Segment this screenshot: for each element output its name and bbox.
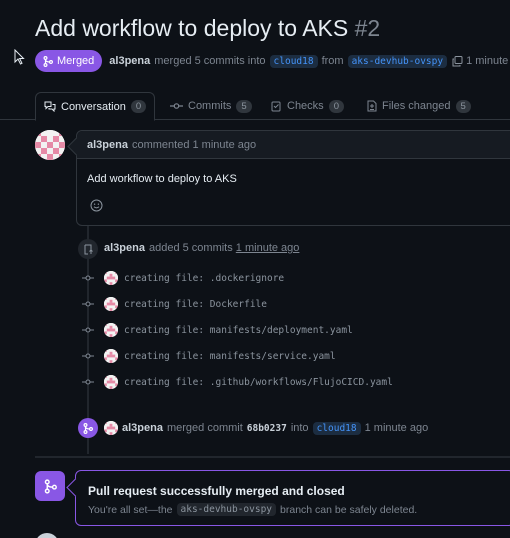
merge-event-into: into: [290, 422, 309, 434]
avatar: [104, 323, 118, 337]
merge-event-time: 1 minute ago: [364, 422, 429, 434]
git-commit-icon: [82, 300, 94, 308]
avatar: [104, 297, 118, 311]
tab-checks-label: Checks: [287, 100, 324, 112]
merge-time: 1 minute ago: [466, 55, 510, 67]
base-branch-chip[interactable]: cloud18: [269, 54, 318, 68]
commits-event-time[interactable]: 1 minute ago: [236, 242, 300, 254]
commit-message[interactable]: creating file: manifests/service.yaml: [124, 351, 336, 362]
tab-commits-label: Commits: [188, 100, 232, 112]
tab-commits[interactable]: Commits 5: [162, 92, 260, 120]
merge-status-subtitle: You're all set—the aks-devhub-ovspy bran…: [88, 503, 417, 516]
pr-tabs: Conversation 0 Commits 5 Checks 0 Files …: [0, 92, 510, 121]
page-title: Add workflow to deploy to AKS #2: [35, 15, 380, 42]
list-item[interactable]: creating file: manifests/deployment.yaml: [82, 322, 353, 338]
mouse-cursor-icon: [14, 49, 25, 65]
avatar[interactable]: [35, 533, 59, 538]
list-item[interactable]: creating file: .dockerignore: [82, 270, 284, 286]
commit-message[interactable]: creating file: manifests/deployment.yaml: [124, 325, 353, 336]
head-branch-chip[interactable]: aks-devhub-ovspy: [347, 54, 448, 68]
git-commit-icon: [82, 352, 94, 360]
tab-files-changed-label: Files changed: [382, 100, 451, 112]
comment-box: al3pena commented 1 minute ago Add workf…: [76, 130, 510, 226]
merge-box-branch-chip[interactable]: aks-devhub-ovspy: [176, 503, 277, 516]
commit-message[interactable]: creating file: .dockerignore: [124, 273, 284, 284]
list-item[interactable]: creating file: .github/workflows/FlujoCI…: [82, 374, 393, 390]
avatar: [104, 349, 118, 363]
merge-status-title: Pull request successfully merged and clo…: [88, 484, 345, 498]
tab-files-changed[interactable]: Files changed 5: [359, 92, 479, 120]
commits-event-author[interactable]: al3pena: [104, 242, 145, 254]
git-merge-icon: [83, 422, 93, 434]
commit-sha-link[interactable]: 68b0237: [247, 423, 287, 434]
git-commit-icon: [82, 274, 94, 282]
merge-status-box: Pull request successfully merged and clo…: [75, 470, 510, 526]
git-commit-icon: [82, 378, 94, 386]
tab-conversation-count: 0: [130, 100, 147, 113]
commit-message[interactable]: creating file: Dockerfile: [124, 299, 267, 310]
smiley-icon: [90, 199, 102, 211]
git-merge-icon: [44, 478, 57, 494]
add-reaction-button[interactable]: [87, 196, 105, 214]
avatar: [104, 375, 118, 389]
git-commit-icon: [170, 103, 183, 109]
status-badge-label: Merged: [57, 55, 95, 67]
author-link[interactable]: al3pena: [109, 55, 150, 67]
comment-header: al3pena commented 1 minute ago: [77, 131, 510, 159]
avatar[interactable]: [104, 421, 118, 435]
tab-files-changed-count: 5: [455, 99, 471, 113]
status-badge: Merged: [35, 50, 103, 72]
list-item[interactable]: creating file: Dockerfile: [82, 296, 267, 312]
checklist-icon: [271, 101, 281, 111]
pr-number: #2: [354, 15, 381, 41]
tab-checks-count: 0: [328, 99, 344, 113]
git-merge-icon-wrap: [78, 418, 98, 438]
repo-push-icon-wrap: [78, 239, 98, 259]
divider: [35, 456, 510, 458]
tab-conversation[interactable]: Conversation 0: [35, 92, 156, 121]
merge-event-action: merged commit: [166, 422, 243, 434]
commit-message[interactable]: creating file: .github/workflows/FlujoCI…: [124, 377, 393, 388]
copy-icon[interactable]: [452, 55, 463, 67]
comment-author[interactable]: al3pena: [87, 139, 128, 151]
from-text: from: [321, 55, 344, 67]
merge-event: al3pena merged commit 68b0237 into cloud…: [104, 421, 428, 435]
tab-commits-count: 5: [236, 99, 252, 113]
git-merge-icon: [43, 55, 53, 67]
git-merge-icon-box: [35, 471, 65, 501]
merged-text: merged 5 commits into: [154, 55, 266, 67]
comment-body: Add workflow to deploy to AKS: [87, 173, 237, 185]
commits-event-action: added 5 commits: [148, 242, 233, 254]
tab-checks[interactable]: Checks 0: [263, 92, 352, 120]
merge-sub-suffix: branch can be safely deleted.: [280, 503, 418, 516]
tab-conversation-label: Conversation: [61, 100, 126, 113]
merge-sub-prefix: You're all set—the: [88, 503, 173, 516]
comment-discussion-icon: [44, 101, 56, 112]
repo-push-icon: [84, 244, 93, 254]
pr-title: Add workflow to deploy to AKS: [35, 15, 349, 41]
pr-state-row: Merged al3pena merged 5 commits into clo…: [35, 50, 510, 72]
list-item[interactable]: creating file: manifests/service.yaml: [82, 348, 336, 364]
comment-action: commented 1 minute ago: [131, 138, 257, 151]
avatar[interactable]: [35, 130, 65, 160]
file-diff-icon: [367, 100, 377, 112]
avatar: [104, 271, 118, 285]
merge-event-author[interactable]: al3pena: [122, 422, 163, 434]
commits-event: al3pena added 5 commits 1 minute ago: [100, 242, 299, 254]
merge-event-branch-chip[interactable]: cloud18: [312, 421, 361, 435]
git-commit-icon: [82, 326, 94, 334]
